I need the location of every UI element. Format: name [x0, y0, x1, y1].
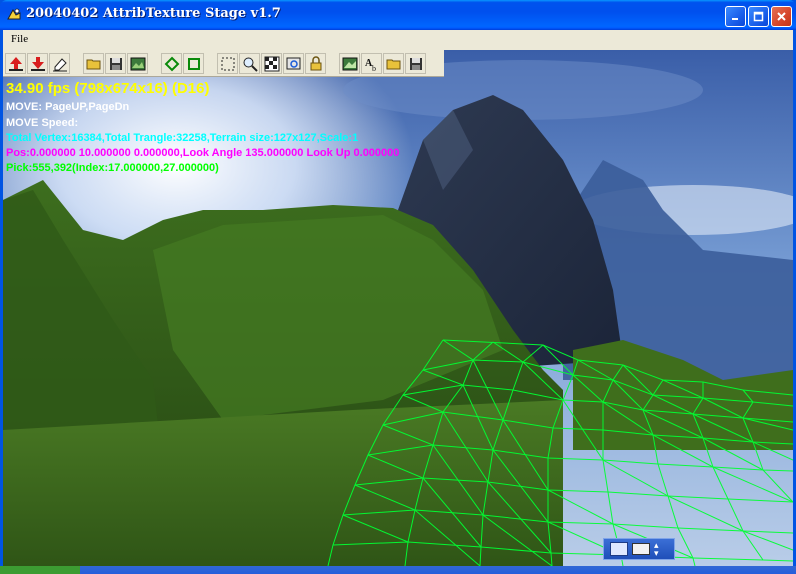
eraser-button[interactable]: [49, 53, 70, 74]
3d-viewport[interactable]: 34.90 fps (798x674x16) (D16) MOVE: PageU…: [3, 50, 793, 566]
eraser-icon: [52, 57, 67, 71]
terrain-stats-text: Total Vertex:16384,Total Trangle:32258,T…: [6, 132, 359, 144]
menu-file[interactable]: File: [11, 33, 28, 45]
camera-position-text: Pos:0.000000 10.000000 0.000000,Look Ang…: [6, 147, 400, 159]
zoom-button[interactable]: [239, 53, 260, 74]
open-button-2[interactable]: [383, 53, 404, 74]
circle-brush-button[interactable]: [161, 53, 182, 74]
fps-readout: 34.90 fps (798x674x16) (D16): [6, 80, 210, 97]
window-title: 20040402 AttribTexture Stage v1.7: [26, 6, 281, 21]
close-icon: [777, 12, 786, 21]
ime-toolbar[interactable]: ▴ ▾: [603, 538, 675, 560]
lower-terrain-button[interactable]: [27, 53, 48, 74]
save-button-2[interactable]: [405, 53, 426, 74]
move-speed-text: MOVE Speed:: [6, 117, 79, 129]
find-icon: [286, 57, 300, 69]
raise-terrain-icon: [8, 56, 23, 71]
square-brush-icon: [187, 57, 200, 70]
lower-terrain-icon: [30, 56, 45, 71]
texture-button[interactable]: [127, 53, 148, 74]
toolbar: Ab: [3, 50, 444, 77]
pick-info-text: Pick:555,392(Index:17.000000,27.000000): [6, 162, 219, 174]
zoom-icon: [243, 57, 258, 72]
keyboard-icon[interactable]: [632, 543, 650, 555]
move-keys-text: MOVE: PageUP,PageDn: [6, 101, 130, 113]
open-button[interactable]: [83, 53, 104, 74]
open-folder-icon: [386, 59, 400, 69]
app-icon: [7, 8, 21, 20]
image-button[interactable]: [339, 53, 360, 74]
close-button[interactable]: [771, 6, 792, 27]
ime-options-arrow-icon[interactable]: ▴ ▾: [654, 541, 659, 558]
open-folder-icon: [86, 59, 100, 69]
maximize-icon: [753, 11, 764, 22]
circle-brush-icon: [164, 56, 179, 71]
checker-button[interactable]: [261, 53, 282, 74]
checker-icon: [264, 56, 279, 71]
app-window: 20040402 AttribTexture Stage v1.7 File 3…: [0, 0, 796, 574]
texture-icon: [130, 57, 145, 70]
menu-bar: File: [3, 30, 793, 50]
title-bar[interactable]: 20040402 AttribTexture Stage v1.7: [0, 0, 796, 30]
lock-icon: [310, 55, 321, 70]
square-brush-button[interactable]: [183, 53, 204, 74]
taskbar-edge: [0, 566, 796, 574]
save-button[interactable]: [105, 53, 126, 74]
save-disk-icon: [409, 57, 422, 70]
ime-mode-icon[interactable]: [610, 542, 628, 556]
minimize-icon: [732, 18, 738, 20]
text-icon: Ab: [365, 58, 376, 72]
image-icon: [342, 57, 357, 70]
lock-button[interactable]: [305, 53, 326, 74]
minimize-button[interactable]: [725, 6, 746, 27]
find-button[interactable]: [283, 53, 304, 74]
raise-terrain-button[interactable]: [5, 53, 26, 74]
maximize-button[interactable]: [748, 6, 769, 27]
save-disk-icon: [109, 57, 122, 70]
select-button[interactable]: [217, 53, 238, 74]
text-button[interactable]: Ab: [361, 53, 382, 74]
svg-text:b: b: [372, 64, 376, 72]
start-button-edge[interactable]: [0, 566, 80, 574]
select-icon: [221, 57, 234, 70]
terrain-scene: [3, 50, 793, 566]
